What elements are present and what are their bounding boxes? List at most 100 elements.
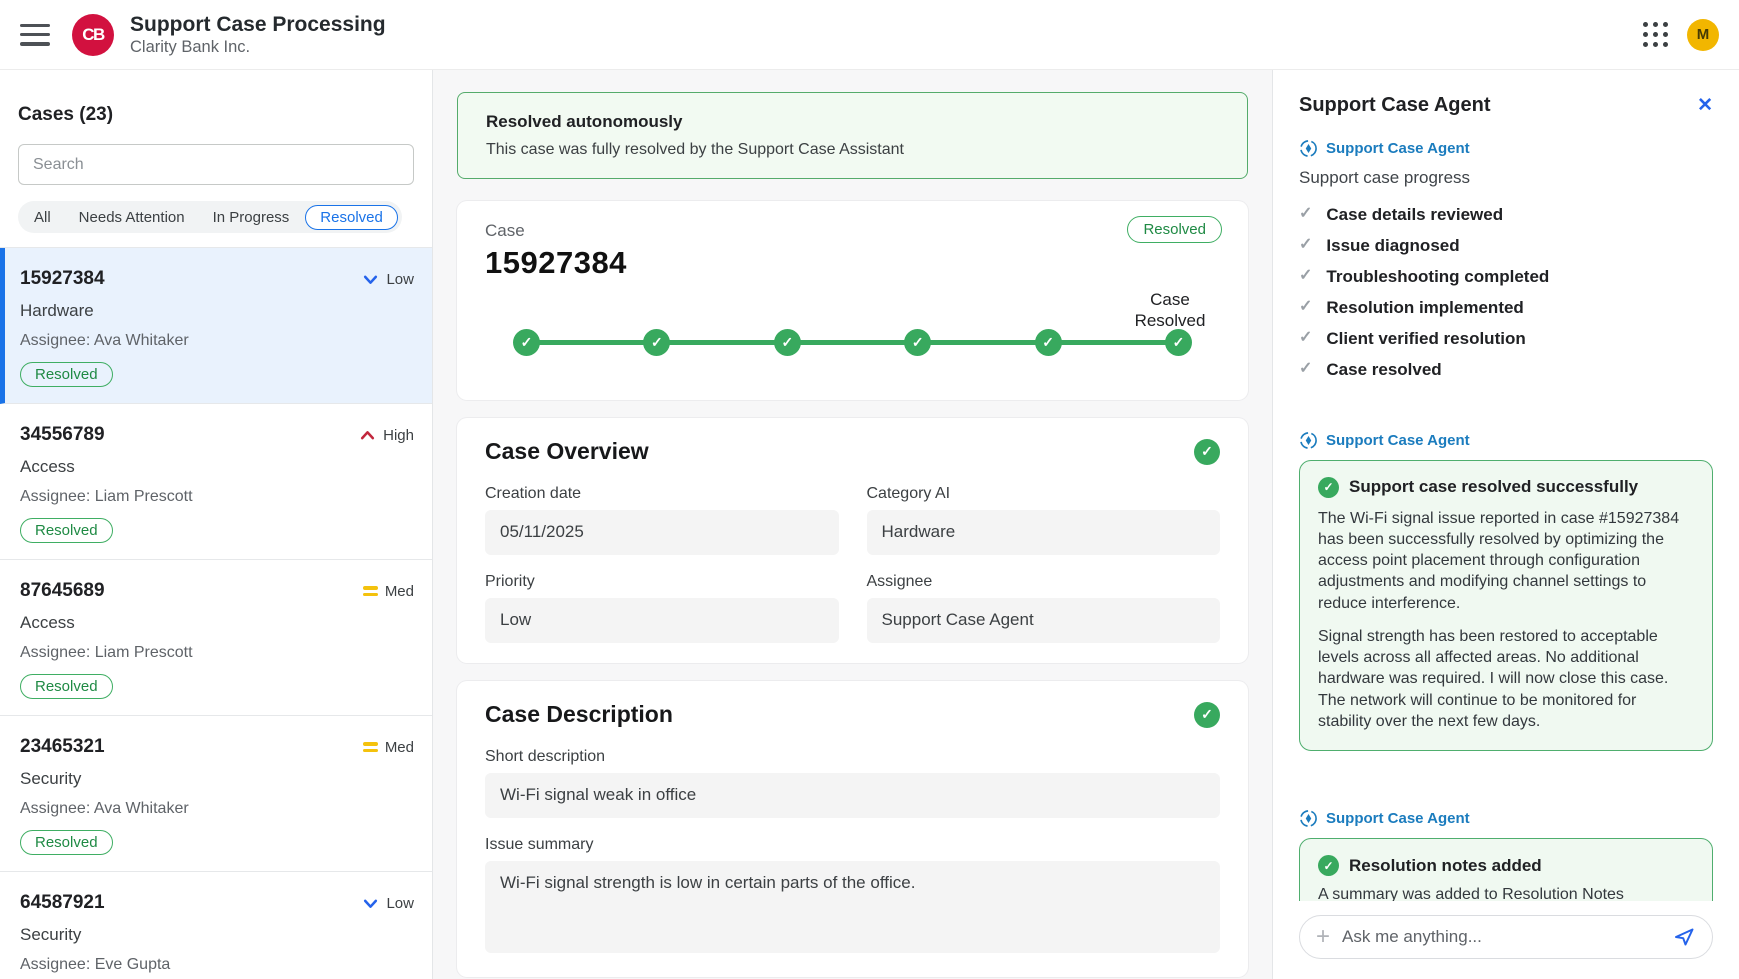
agent-message-card: ✓ Support case resolved successfully The… [1299, 460, 1713, 752]
case-list-item[interactable]: 23465321 Med Security Assignee: Ava Whit… [0, 716, 432, 872]
step-complete-icon: ✓ [774, 329, 801, 356]
check-icon: ✓ [1299, 297, 1312, 318]
case-list-item[interactable]: 87645689 Med Access Assignee: Liam Presc… [0, 560, 432, 716]
chat-input-container: + [1299, 915, 1713, 959]
agent-panel-title: Support Case Agent [1299, 94, 1491, 117]
status-badge: Resolved [20, 674, 113, 699]
priority-medium-icon [363, 586, 378, 596]
assignee-label: Assignee [867, 573, 1221, 591]
message-paragraph: The Wi-Fi signal issue reported in case … [1318, 508, 1694, 614]
case-list-item[interactable]: 64587921 Low Security Assignee: Eve Gupt… [0, 872, 432, 979]
status-badge: Resolved [20, 362, 113, 387]
case-assignee: Assignee: Eve Gupta [20, 956, 414, 974]
close-icon[interactable]: ✕ [1697, 94, 1713, 117]
case-id: 23465321 [20, 736, 105, 758]
check-icon: ✓ [1299, 266, 1312, 287]
priority-medium-icon [363, 742, 378, 752]
priority-label: Low [386, 895, 414, 912]
category-ai-label: Category AI [867, 485, 1221, 503]
cases-count-title: Cases (23) [18, 104, 414, 126]
step-complete-icon: ✓ [1035, 329, 1062, 356]
support-agent-panel: Support Case Agent ✕ Support Case Agent … [1272, 70, 1739, 979]
case-overview-card: Case Overview ✓ Creation date 05/11/2025… [457, 418, 1248, 663]
case-detail-main: Resolved autonomously This case was full… [433, 70, 1272, 979]
avatar[interactable]: M [1687, 19, 1719, 51]
step-complete-icon: ✓ [513, 329, 540, 356]
apps-grid-icon[interactable] [1643, 22, 1669, 48]
category-ai-field[interactable]: Hardware [867, 510, 1221, 555]
clarity-bank-logo: CB [72, 14, 114, 56]
progress-title: Support case progress [1299, 168, 1713, 188]
banner-message: This case was fully resolved by the Supp… [486, 141, 1219, 159]
check-icon: ✓ [1299, 204, 1312, 225]
attach-plus-icon[interactable]: + [1316, 925, 1330, 949]
filter-needs-attention[interactable]: Needs Attention [67, 205, 197, 230]
short-description-label: Short description [485, 748, 1220, 766]
case-list-item[interactable]: 34556789 High Access Assignee: Liam Pres… [0, 404, 432, 560]
priority-label: Med [385, 739, 414, 756]
priority-field[interactable]: Low [485, 598, 839, 643]
app-title: Support Case Processing [130, 13, 386, 37]
step-complete-icon: ✓ [643, 329, 670, 356]
search-input[interactable] [18, 144, 414, 185]
case-list-item[interactable]: 15927384 Low Hardware Assignee: Ava Whit… [0, 248, 432, 404]
check-icon: ✓ [1299, 328, 1312, 349]
short-description-field[interactable]: Wi-Fi signal weak in office [485, 773, 1220, 818]
case-label: Case [485, 221, 1220, 241]
check-icon: ✓ [1299, 359, 1312, 380]
checklist-item: ✓ Client verified resolution [1299, 328, 1713, 350]
banner-title: Resolved autonomously [486, 112, 1219, 132]
priority-high-icon [359, 427, 376, 444]
priority-label: High [383, 427, 414, 444]
send-icon[interactable] [1672, 925, 1696, 949]
case-list: 15927384 Low Hardware Assignee: Ava Whit… [0, 247, 432, 979]
case-assignee: Assignee: Ava Whitaker [20, 800, 414, 818]
app-subtitle: Clarity Bank Inc. [130, 38, 386, 57]
hamburger-menu-icon[interactable] [20, 24, 50, 46]
priority-label: Priority [485, 573, 839, 591]
priority-low-icon [362, 271, 379, 288]
filter-in-progress[interactable]: In Progress [201, 205, 302, 230]
case-description-card: Case Description ✓ Short description Wi-… [457, 681, 1248, 977]
case-category: Access [20, 613, 414, 633]
case-id: 34556789 [20, 424, 105, 446]
case-category: Security [20, 925, 414, 945]
case-category: Access [20, 457, 414, 477]
agent-message-card: ✓ Resolution notes added A summary was a… [1299, 838, 1713, 901]
agent-message-label: Support Case Agent [1299, 809, 1713, 828]
progress-stepper: ✓ ✓ ✓ ✓ ✓ ✓ [513, 329, 1192, 356]
case-assignee: Assignee: Liam Prescott [20, 488, 414, 506]
agent-message-label: Support Case Agent [1299, 431, 1713, 450]
check-icon: ✓ [1299, 235, 1312, 256]
case-id: 15927384 [20, 268, 105, 290]
case-status-badge: Resolved [1127, 216, 1222, 243]
checklist-item: ✓ Case resolved [1299, 359, 1713, 381]
case-assignee: Assignee: Liam Prescott [20, 644, 414, 662]
ask-anything-input[interactable] [1342, 927, 1660, 947]
status-badge: Resolved [20, 830, 113, 855]
message-text: A summary was added to Resolution Notes [1318, 886, 1694, 901]
filter-resolved[interactable]: Resolved [305, 205, 398, 230]
case-number: 15927384 [485, 245, 1220, 281]
final-step-label: Case Resolved [1118, 289, 1222, 332]
case-overview-title: Case Overview [485, 438, 649, 465]
creation-date-field[interactable]: 05/11/2025 [485, 510, 839, 555]
section-complete-icon: ✓ [1194, 439, 1220, 465]
issue-summary-field[interactable]: Wi-Fi signal strength is low in certain … [485, 861, 1220, 953]
case-category: Hardware [20, 301, 414, 321]
checklist-item: ✓ Issue diagnosed [1299, 235, 1713, 257]
success-check-icon: ✓ [1318, 855, 1339, 876]
case-category: Security [20, 769, 414, 789]
success-check-icon: ✓ [1318, 477, 1339, 498]
filter-all[interactable]: All [22, 205, 63, 230]
priority-label: Med [385, 583, 414, 600]
section-complete-icon: ✓ [1194, 702, 1220, 728]
case-assignee: Assignee: Ava Whitaker [20, 332, 414, 350]
filter-tabs: All Needs Attention In Progress Resolved [18, 201, 402, 233]
priority-label: Low [386, 271, 414, 288]
agent-icon [1299, 431, 1318, 450]
checklist-item: ✓ Case details reviewed [1299, 204, 1713, 226]
assignee-field[interactable]: Support Case Agent [867, 598, 1221, 643]
agent-icon [1299, 809, 1318, 828]
status-badge: Resolved [20, 518, 113, 543]
